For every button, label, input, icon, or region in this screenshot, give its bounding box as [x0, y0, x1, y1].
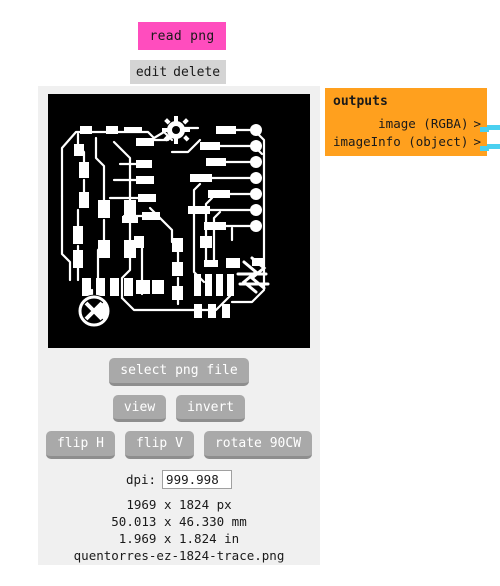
output-port-image[interactable]: image (RGBA) >	[325, 114, 487, 132]
node-title: read png	[149, 28, 215, 44]
image-info-block: 1969 x 1824 px 50.013 x 46.330 mm 1.969 …	[38, 496, 320, 564]
invert-button[interactable]: invert	[176, 394, 246, 423]
node-action-bar: edit delete	[130, 60, 226, 84]
connector-wire-imageinfo[interactable]	[487, 144, 500, 149]
output-port-imageinfo[interactable]: imageInfo (object) >	[325, 132, 487, 150]
view-button[interactable]: view	[112, 394, 167, 423]
dpi-row: dpi:	[38, 469, 320, 489]
info-line-pixels: 1969 x 1824 px	[126, 496, 232, 512]
output-port-image-label: image (RGBA)	[378, 115, 469, 131]
rotate-90cw-button[interactable]: rotate 90CW	[203, 431, 313, 459]
info-line-inches: 1.969 x 1.824 in	[118, 530, 240, 546]
flip-vertical-button[interactable]: flip V	[124, 431, 194, 459]
outputs-panel: outputs image (RGBA) > imageInfo (object…	[325, 88, 487, 156]
node-header[interactable]: read png	[138, 22, 226, 50]
gear-marker	[162, 116, 190, 144]
connector-wire-image[interactable]	[487, 125, 500, 130]
png-preview[interactable]	[48, 94, 310, 348]
button-row-file: select png file	[38, 358, 320, 386]
edit-action[interactable]: edit	[136, 65, 167, 80]
pcb-trace-image	[48, 94, 310, 348]
flip-horizontal-button[interactable]: flip H	[45, 431, 115, 459]
controls-area: select png file view invert flip H flip …	[38, 358, 320, 564]
outputs-title: outputs	[333, 94, 388, 109]
button-row-transform: flip H flip V rotate 90CW	[38, 431, 320, 459]
button-row-view: view invert	[38, 394, 320, 423]
output-port-imageinfo-label: imageInfo (object)	[333, 133, 469, 149]
select-png-file-button[interactable]: select png file	[109, 358, 249, 386]
node-body-panel: select png file view invert flip H flip …	[38, 86, 320, 565]
info-line-filename: quentorres-ez-1824-trace.png	[73, 547, 285, 563]
info-line-millimeters: 50.013 x 46.330 mm	[111, 513, 247, 529]
dpi-label: dpi:	[125, 471, 157, 487]
dpi-input[interactable]	[162, 469, 233, 489]
delete-action[interactable]: delete	[173, 65, 220, 80]
